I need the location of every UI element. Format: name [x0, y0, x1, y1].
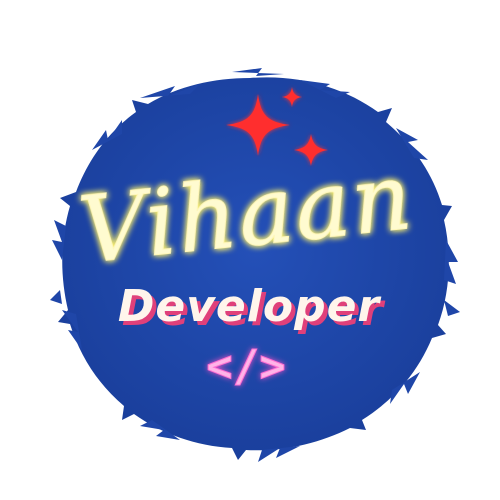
- logo-graphic: Vihaan Developer Developer </>: [50, 68, 460, 462]
- logo-canvas: Vihaan Developer Developer </>: [0, 0, 500, 500]
- code-icon: </>: [206, 341, 285, 392]
- logo-role: Developer: [118, 281, 382, 332]
